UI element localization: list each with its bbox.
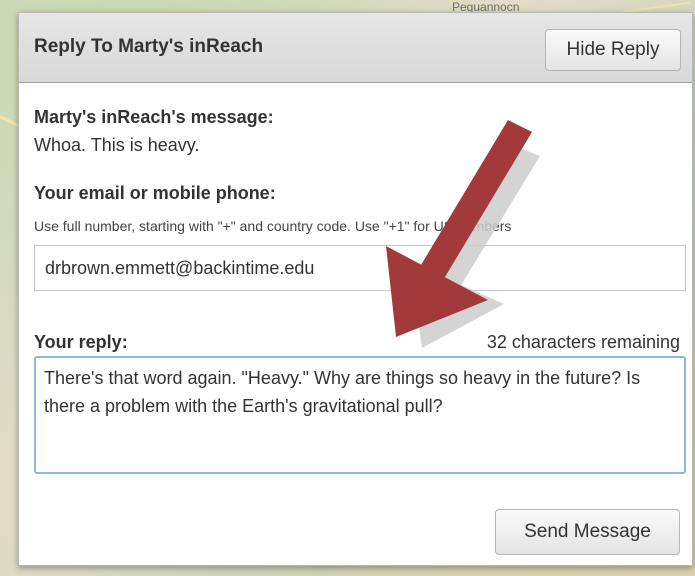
arrow-pointer bbox=[386, 120, 532, 337]
annotation-arrow bbox=[386, 120, 540, 348]
